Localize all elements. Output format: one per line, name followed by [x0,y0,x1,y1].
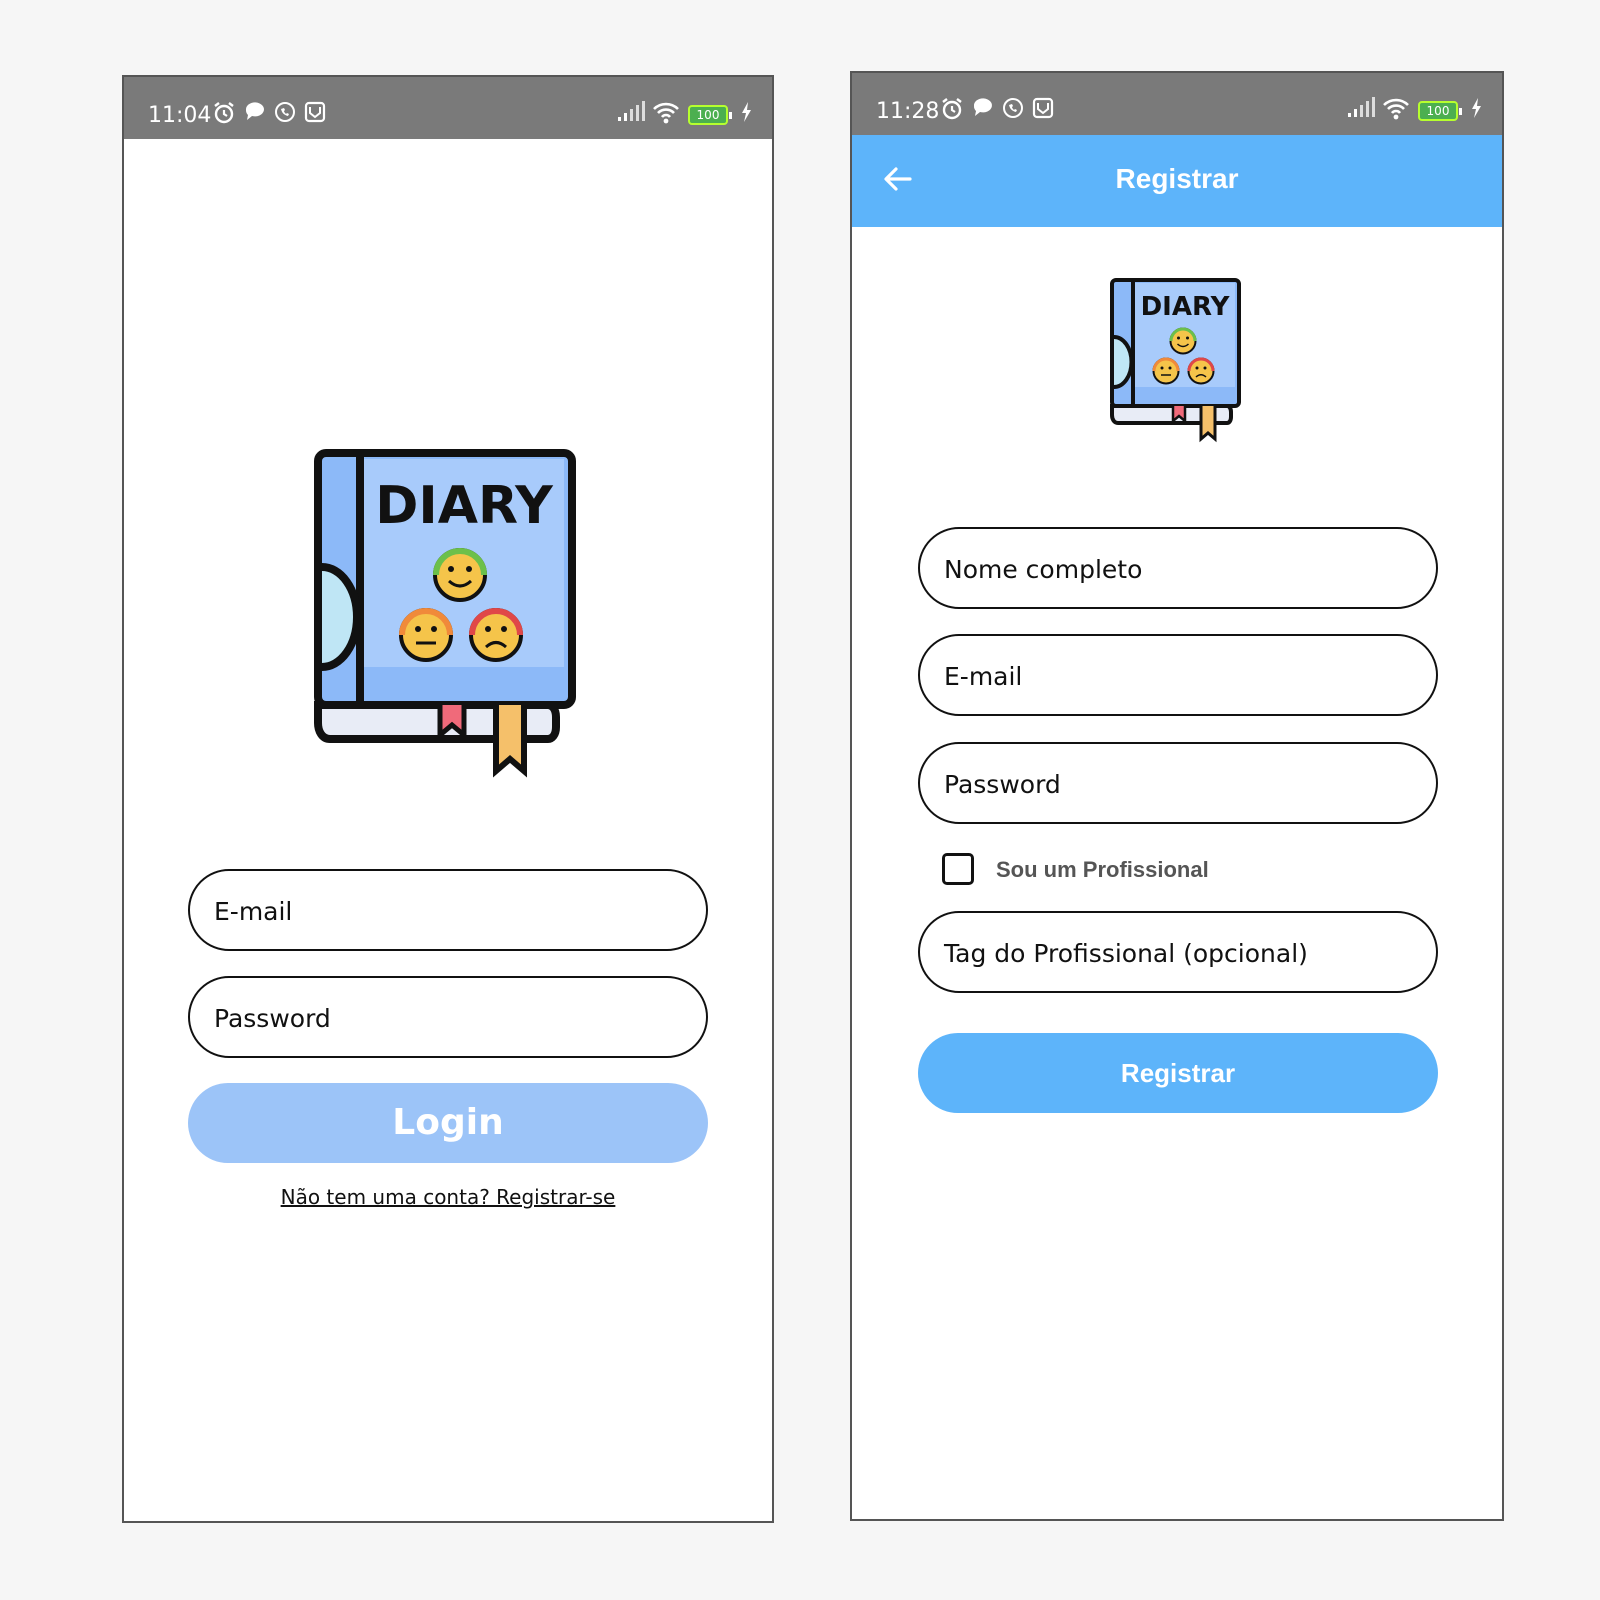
email-input[interactable]: E-mail [918,634,1438,716]
register-link[interactable]: Não tem uma conta? Registrar-se [124,1185,772,1209]
professional-checkbox[interactable] [942,853,974,885]
app-bar: Registrar [852,135,1502,227]
whatsapp-icon [275,102,295,122]
email-input[interactable]: E-mail [188,869,708,951]
charging-icon [1472,98,1481,118]
wifi-icon [653,102,679,124]
whatsapp-icon [1003,98,1023,118]
signal-icon [1348,97,1375,117]
page-title: Registrar [1115,163,1239,194]
professional-tag-input[interactable]: Tag do Profissional (opcional) [918,911,1438,993]
chat-bubble-icon [245,102,264,120]
system-icons: 100 [616,101,752,127]
diary-logo-icon: DIARY [314,449,576,778]
shield-app-icon [1032,97,1054,119]
battery-icon: 100 [1418,101,1462,121]
logo-text: DIARY [1141,292,1231,322]
system-icons: 100 [1346,97,1482,123]
register-button[interactable]: Registrar [918,1033,1438,1113]
register-screen: 11:28 100 Registrar DIARY Nome completo … [850,71,1504,1521]
status-time: 11:04 [148,103,212,128]
charging-icon [742,102,751,122]
status-bar: 11:28 100 [852,73,1502,135]
login-screen: 11:04 100 DIARY E-mail Password Login Nã… [122,75,774,1523]
status-bar: 11:04 100 [124,77,772,139]
alarm-icon [942,98,962,120]
chat-bubble-icon [973,98,992,116]
full-name-placeholder: Nome completo [944,555,1143,584]
status-time: 11:28 [876,99,940,124]
diary-logo-icon: DIARY [1110,278,1241,443]
password-placeholder: Password [214,1004,331,1033]
logo-text: DIARY [375,476,554,536]
professional-tag-placeholder: Tag do Profissional (opcional) [944,939,1308,968]
password-input[interactable]: Password [918,742,1438,824]
login-button[interactable]: Login [188,1083,708,1163]
battery-icon: 100 [688,105,732,125]
password-placeholder: Password [944,770,1061,799]
email-placeholder: E-mail [944,662,1023,691]
signal-icon [618,101,645,121]
full-name-input[interactable]: Nome completo [918,527,1438,609]
wifi-icon [1383,98,1409,120]
email-placeholder: E-mail [214,897,293,926]
professional-checkbox-label[interactable]: Sou um Profissional [996,857,1209,883]
alarm-icon [214,102,234,124]
password-input[interactable]: Password [188,976,708,1058]
shield-app-icon [304,101,326,123]
